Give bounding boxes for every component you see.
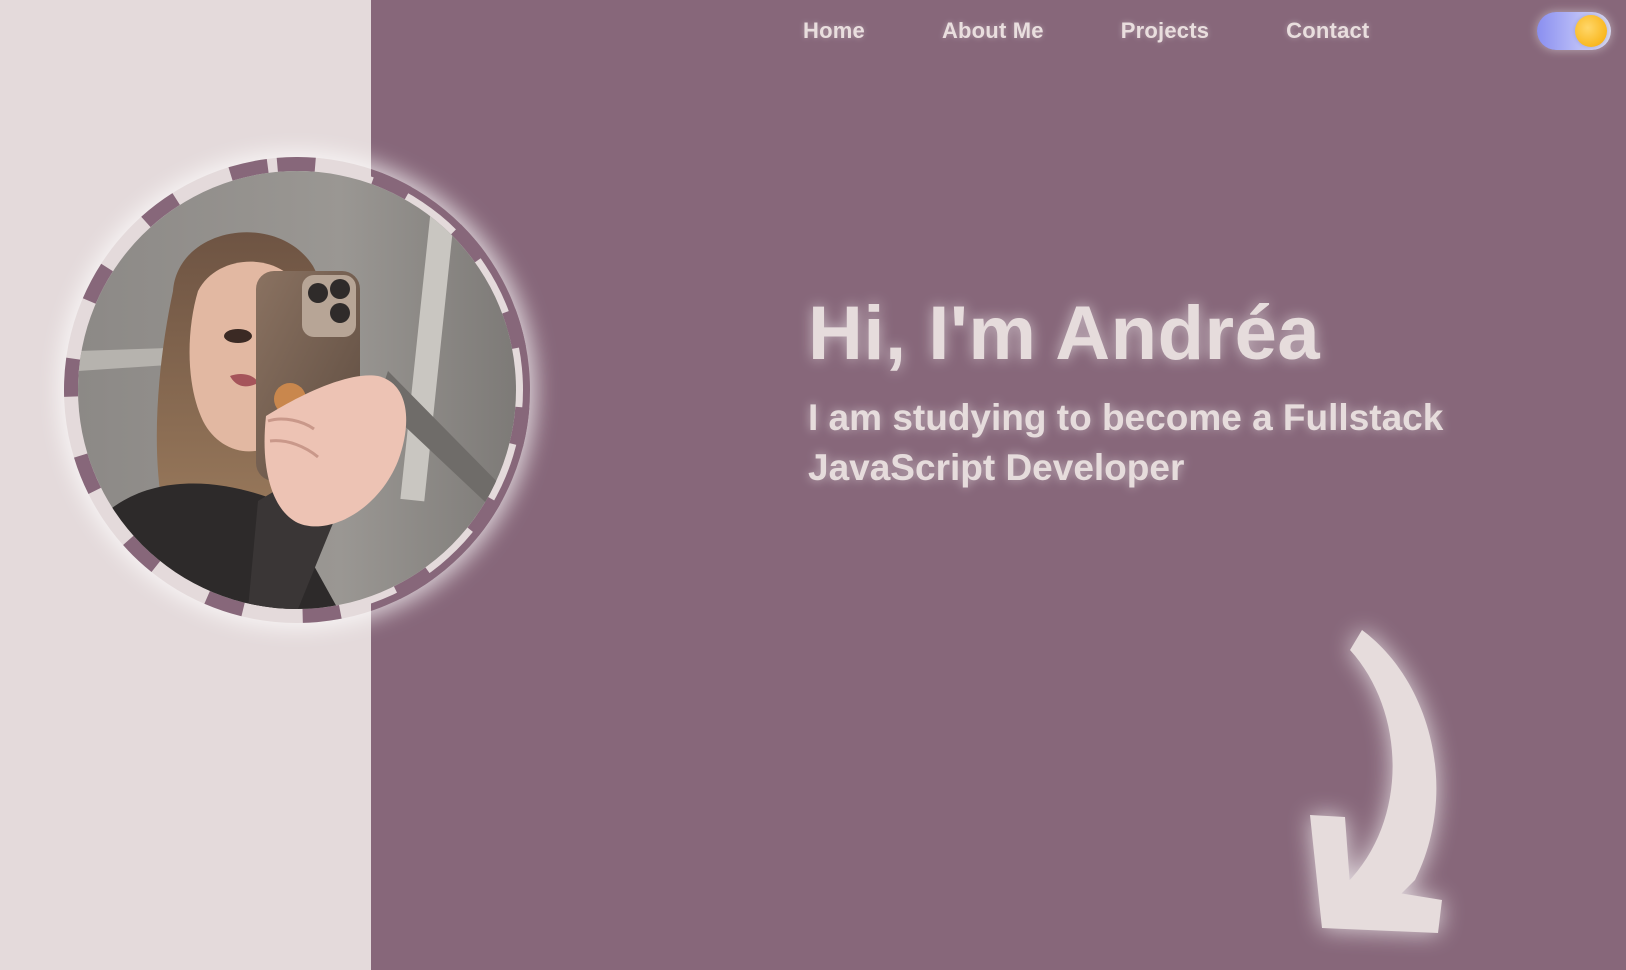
curved-arrow-down-icon[interactable] [1310,610,1500,960]
profile-photo [78,171,516,609]
page: Home About Me Projects Contact Hi, I'm A… [0,0,1626,970]
hero-subtitle: I am studying to become a Fullstack Java… [808,397,1444,488]
hero-title: Hi, I'm Andréa [808,291,1321,376]
avatar [64,157,530,623]
nav-contact-link[interactable]: Contact [1286,14,1369,48]
sun-icon [1575,15,1607,47]
main-nav: Home About Me Projects Contact [765,14,1369,48]
theme-toggle[interactable] [1537,12,1611,50]
nav-home-link[interactable]: Home [803,14,865,48]
nav-about-link[interactable]: About Me [942,14,1044,48]
nav-projects-link[interactable]: Projects [1121,14,1209,48]
